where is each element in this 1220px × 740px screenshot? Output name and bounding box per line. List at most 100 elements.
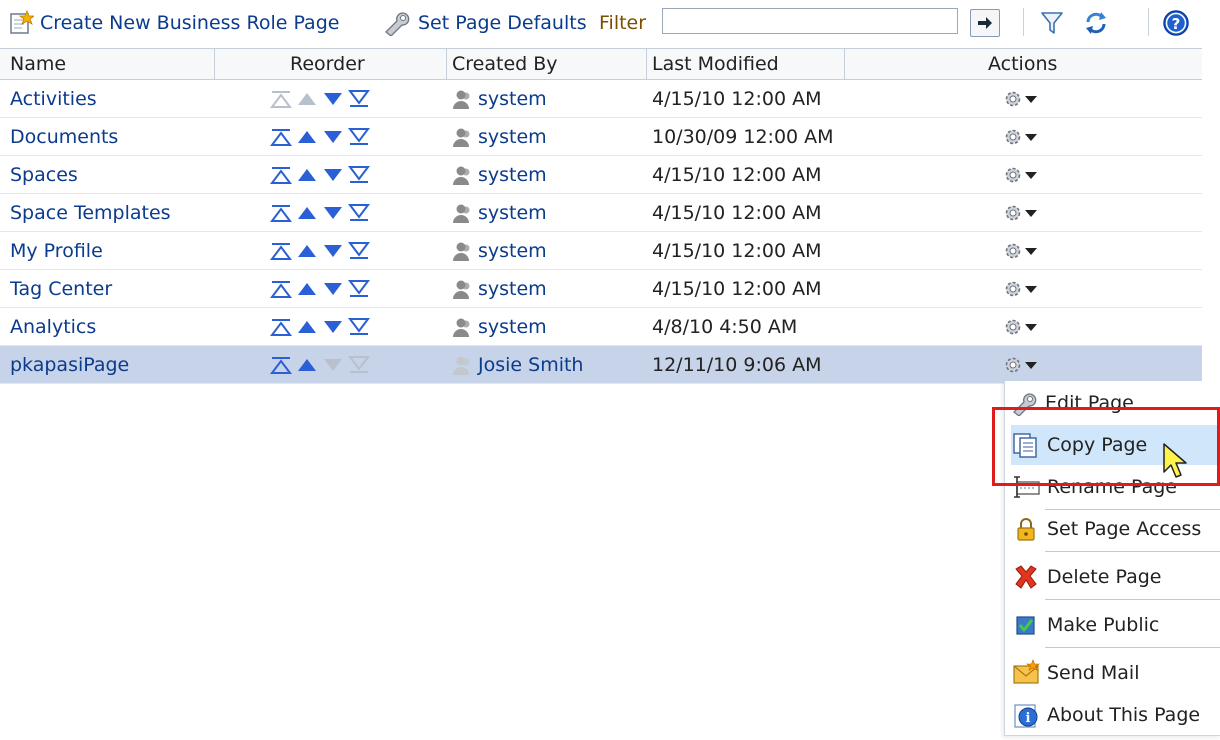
create-new-business-role-page-button[interactable]: Create New Business Role Page	[8, 8, 339, 38]
table-row[interactable]: Spaces system 4/15/10 12:00 AM	[0, 156, 1202, 194]
created-by-cell: system	[450, 80, 547, 118]
move-to-bottom-button[interactable]	[348, 355, 370, 375]
move-to-bottom-button[interactable]	[348, 317, 370, 337]
page-name-link[interactable]: pkapasiPage	[10, 346, 129, 384]
table-row[interactable]: Space Templates system 4/15/10 12:00 AM	[0, 194, 1202, 232]
move-up-icon	[298, 283, 316, 295]
move-down-button[interactable]	[322, 279, 344, 299]
move-down-button[interactable]	[322, 241, 344, 261]
move-up-button[interactable]	[296, 279, 318, 299]
table-row[interactable]: Analytics system 4/8/10 4:50 AM	[0, 308, 1202, 346]
page-name-link[interactable]: Spaces	[10, 156, 78, 194]
move-up-button[interactable]	[296, 203, 318, 223]
page-name-link[interactable]: My Profile	[10, 232, 103, 270]
page-name-link[interactable]: Analytics	[10, 308, 96, 346]
set-page-defaults-button[interactable]: Set Page Defaults	[382, 8, 587, 38]
move-up-button[interactable]	[296, 317, 318, 337]
move-to-top-button[interactable]	[270, 203, 292, 223]
menu-item-make-public[interactable]: Make Public	[1011, 605, 1220, 645]
move-to-top-button[interactable]	[270, 355, 292, 375]
actions-menu-button[interactable]	[1002, 80, 1038, 118]
table-header: Name Reorder Created By Last Modified Ac…	[0, 48, 1202, 80]
created-by-link[interactable]: system	[478, 202, 547, 224]
created-by-link[interactable]: system	[478, 126, 547, 148]
page-name-link[interactable]: Activities	[10, 80, 97, 118]
move-down-button[interactable]	[322, 317, 344, 337]
table-row[interactable]: Documents system 10/30/09 12:00 AM	[0, 118, 1202, 156]
filter-input[interactable]	[662, 8, 958, 34]
move-to-bottom-button[interactable]	[348, 127, 370, 147]
actions-menu-button[interactable]	[1002, 118, 1038, 156]
actions-menu-button[interactable]	[1002, 156, 1038, 194]
move-to-bottom-icon	[348, 280, 370, 297]
column-header-reorder[interactable]: Reorder	[290, 49, 365, 79]
move-to-bottom-button[interactable]	[348, 279, 370, 299]
help-button[interactable]: ?	[1160, 8, 1192, 38]
actions-menu-button[interactable]	[1002, 346, 1038, 384]
menu-item-edit-page[interactable]: Edit Page	[1011, 383, 1220, 423]
menu-item-rename-page[interactable]: Rename Page	[1011, 467, 1220, 507]
move-up-button[interactable]	[296, 241, 318, 261]
move-to-top-button[interactable]	[270, 279, 292, 299]
svg-text:?: ?	[1172, 15, 1181, 33]
move-down-button[interactable]	[322, 165, 344, 185]
filter-go-button[interactable]	[970, 9, 1000, 37]
column-header-name[interactable]: Name	[10, 49, 66, 79]
created-by-link[interactable]: system	[478, 240, 547, 262]
filter-funnel-button[interactable]	[1036, 8, 1068, 38]
created-by-link[interactable]: system	[478, 316, 547, 338]
menu-item-about-this-page[interactable]: i About This Page	[1011, 695, 1220, 735]
table-row[interactable]: pkapasiPage Josie Smith 12/11/10 9:06 AM	[0, 346, 1202, 384]
actions-menu-button[interactable]	[1002, 194, 1038, 232]
chevron-down-icon	[1025, 324, 1037, 331]
actions-menu-button[interactable]	[1002, 232, 1038, 270]
created-by-link[interactable]: system	[478, 278, 547, 300]
move-to-top-button[interactable]	[270, 89, 292, 109]
refresh-button[interactable]	[1080, 8, 1112, 38]
menu-item-send-mail[interactable]: Send Mail	[1011, 653, 1220, 693]
move-to-bottom-button[interactable]	[348, 241, 370, 261]
move-to-bottom-button[interactable]	[348, 203, 370, 223]
table-row[interactable]: Tag Center system 4/15/10 12:00 AM	[0, 270, 1202, 308]
move-down-button[interactable]	[322, 203, 344, 223]
move-to-top-button[interactable]	[270, 317, 292, 337]
refresh-icon	[1086, 12, 1106, 34]
menu-item-set-page-access[interactable]: Set Page Access	[1011, 509, 1220, 549]
actions-menu-button[interactable]	[1002, 308, 1038, 346]
move-down-button[interactable]	[322, 127, 344, 147]
actions-menu-button[interactable]	[1002, 270, 1038, 308]
created-by-link[interactable]: system	[478, 164, 547, 186]
move-down-button[interactable]	[322, 89, 344, 109]
move-to-top-button[interactable]	[270, 165, 292, 185]
column-header-created-by[interactable]: Created By	[452, 49, 558, 79]
column-header-actions[interactable]: Actions	[988, 49, 1057, 79]
move-to-bottom-icon	[348, 90, 370, 107]
move-to-top-button[interactable]	[270, 127, 292, 147]
table-row[interactable]: My Profile system 4/15/10 12:00 AM	[0, 232, 1202, 270]
gear-icon	[1005, 91, 1021, 107]
user-icon	[453, 356, 470, 375]
page-name-link[interactable]: Tag Center	[10, 270, 112, 308]
menu-item-delete-page[interactable]: Delete Page	[1011, 557, 1220, 597]
created-by-link[interactable]: Josie Smith	[478, 354, 583, 376]
move-up-button[interactable]	[296, 127, 318, 147]
created-by-link[interactable]: system	[478, 88, 547, 110]
column-header-last-modified[interactable]: Last Modified	[652, 49, 779, 79]
table-row[interactable]: Activities system 4/15/10 12:00 AM	[0, 80, 1202, 118]
move-down-button[interactable]	[322, 355, 344, 375]
chevron-down-icon	[1025, 286, 1037, 293]
page-name-link[interactable]: Documents	[10, 118, 118, 156]
move-to-bottom-button[interactable]	[348, 89, 370, 109]
mouse-cursor-icon	[1163, 443, 1187, 478]
move-up-button[interactable]	[296, 165, 318, 185]
menu-item-copy-page[interactable]: Copy Page	[1011, 425, 1220, 465]
move-to-top-button[interactable]	[270, 241, 292, 261]
page-name-link[interactable]: Space Templates	[10, 194, 171, 232]
move-up-button[interactable]	[296, 355, 318, 375]
move-to-bottom-button[interactable]	[348, 165, 370, 185]
create-page-icon	[10, 10, 34, 34]
go-arrow-icon	[978, 17, 992, 29]
move-up-button[interactable]	[296, 89, 318, 109]
move-to-bottom-icon	[348, 204, 370, 221]
user-icon	[453, 280, 470, 299]
